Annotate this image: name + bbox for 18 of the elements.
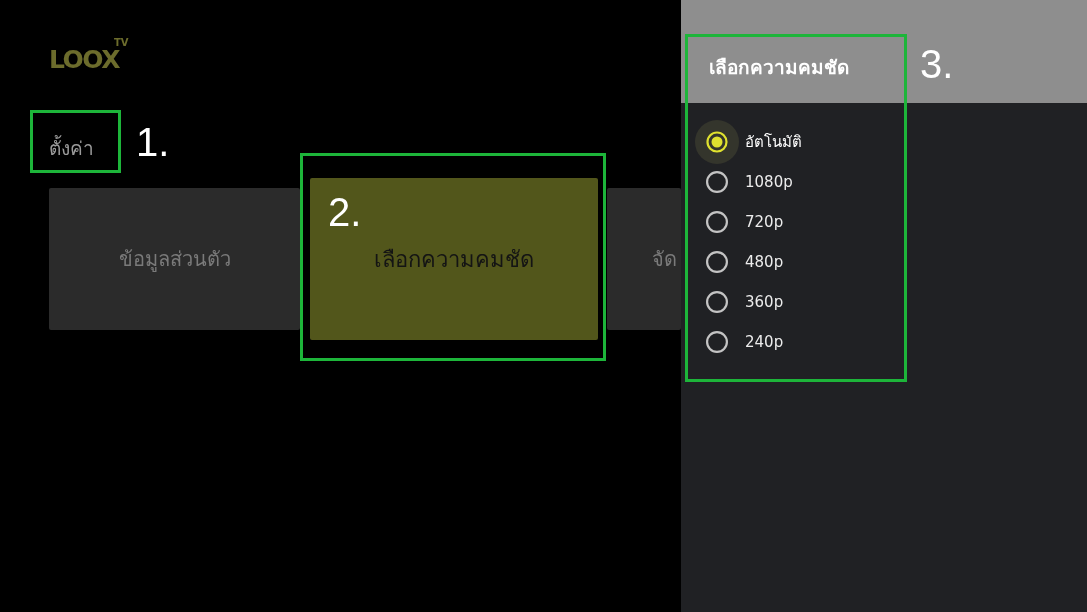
step-number: 2. (328, 189, 362, 236)
radio-icon[interactable] (706, 211, 728, 233)
radio-icon[interactable] (706, 331, 728, 353)
quality-option[interactable]: 1080p (745, 171, 793, 193)
quality-option[interactable]: 360p (745, 291, 784, 313)
radio-icon[interactable] (706, 291, 728, 313)
page-title: ตั้งค่า (49, 134, 94, 161)
radio-icon[interactable] (706, 171, 728, 193)
quality-option[interactable]: 240p (745, 331, 784, 353)
quality-option[interactable]: 720p (745, 211, 784, 233)
quality-option[interactable]: 480p (745, 251, 784, 273)
logo: LOOX TV (49, 36, 129, 76)
radio-selected-icon[interactable] (695, 120, 739, 164)
panel-title: เลือกความคมชัด (709, 55, 849, 80)
step-number: 1. (136, 119, 170, 166)
radio-icon[interactable] (706, 251, 728, 273)
quality-option[interactable]: อัตโนมัติ (745, 131, 802, 153)
step-number: 3. (920, 41, 954, 88)
